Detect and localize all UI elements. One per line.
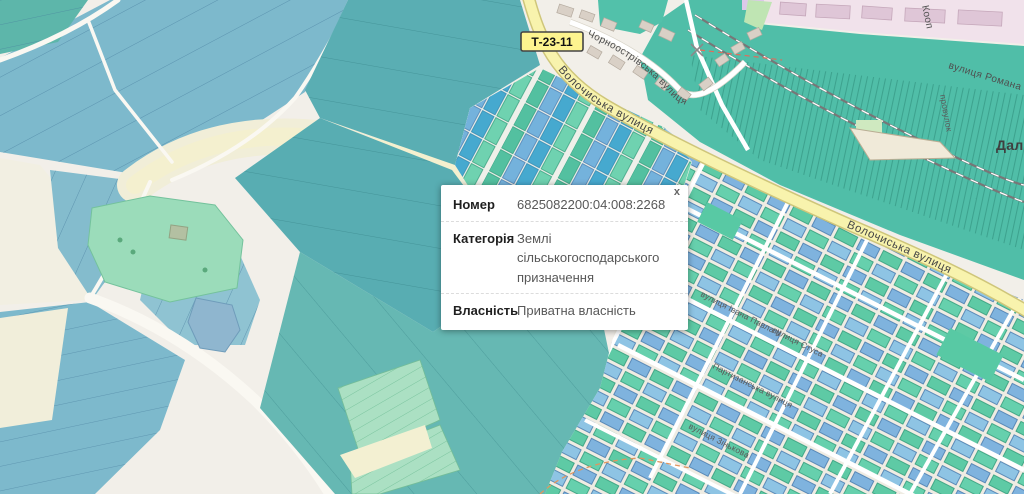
place-label-dal: Дал [996,137,1024,153]
popup-field-label: Номер [453,195,517,215]
popup-row-number: Номер 6825082200:04:008:2268 [441,188,688,221]
close-icon[interactable]: x [674,187,680,198]
popup-field-label: Категорія [453,229,517,288]
popup-field-value: Приватна власність [517,301,676,321]
popup-row-ownership: Власність Приватна власність [441,293,688,327]
building-footprint [169,225,188,240]
popup-field-value: 6825082200:04:008:2268 [517,195,676,215]
popup-field-value: Землі сільськогосподарського призначення [517,229,676,288]
road-shield: Т-23-11 [521,32,583,51]
popup-field-label: Власність [453,301,517,321]
popup-row-category: Категорія Землі сільськогосподарського п… [441,221,688,294]
parcel-info-popup: x Номер 6825082200:04:008:2268 Категорія… [441,185,688,330]
road-shield-label: Т-23-11 [531,35,573,49]
